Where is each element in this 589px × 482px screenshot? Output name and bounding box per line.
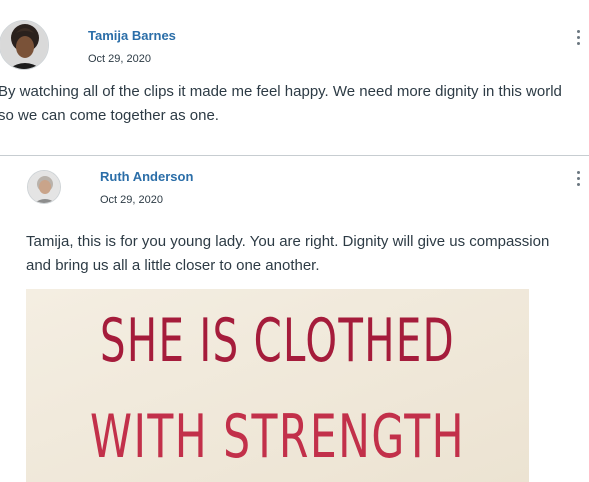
post-body-line-1: By watching all of the clips it made me … — [0, 83, 562, 100]
image-quote-line-1: SHE IS CLOTHED — [100, 306, 455, 376]
quote-image: SHE IS CLOTHED WITH STRENGTH — [26, 289, 529, 482]
more-vertical-icon[interactable] — [573, 171, 583, 187]
post-date: Oct 29, 2020 — [88, 53, 151, 65]
reply-author-link[interactable]: Ruth Anderson — [100, 169, 193, 184]
image-quote-line-2: WITH STRENGTH — [90, 402, 465, 472]
more-vertical-icon[interactable] — [573, 30, 583, 46]
avatar-photo — [28, 171, 60, 203]
avatar-photo — [0, 21, 48, 69]
reply-body-line-1: Tamija, this is for you young lady. You … — [26, 233, 550, 250]
reply-date: Oct 29, 2020 — [100, 194, 163, 206]
discussion-thread: Tamija Barnes Oct 29, 2020 By watching a… — [0, 0, 589, 482]
post-author-link[interactable]: Tamija Barnes — [88, 28, 176, 43]
reply-image: SHE IS CLOTHED WITH STRENGTH — [26, 289, 529, 482]
avatar[interactable] — [0, 20, 49, 70]
avatar[interactable] — [27, 170, 61, 204]
post-body-line-2: so we can come together as one. — [0, 107, 219, 124]
thread-divider — [0, 155, 589, 156]
reply-body-line-2: and bring us all a little closer to one … — [26, 257, 320, 274]
